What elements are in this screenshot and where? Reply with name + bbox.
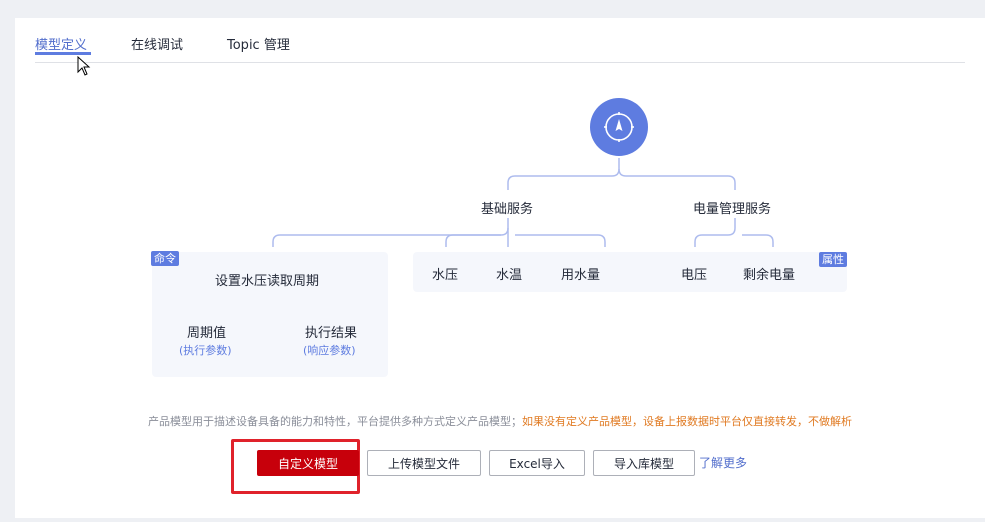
upload-model-file-button[interactable]: 上传模型文件 (367, 450, 481, 476)
excel-import-button[interactable]: Excel导入 (489, 450, 585, 476)
command-response-label: 执行结果 (305, 326, 358, 341)
property-item: 电压 (681, 268, 708, 283)
import-library-model-button[interactable]: 导入库模型 (593, 450, 695, 476)
service-basic: 基础服务 (481, 202, 534, 217)
property-item: 剩余电量 (743, 268, 796, 283)
command-name: 设置水压读取周期 (215, 274, 320, 289)
description-text: 产品模型用于描述设备具备的能力和特性，平台提供多种方式定义产品模型； (148, 415, 522, 428)
service-power-management: 电量管理服务 (693, 202, 772, 217)
custom-model-button[interactable]: 自定义模型 (257, 450, 359, 476)
property-item: 用水量 (561, 268, 601, 283)
property-item: 水温 (496, 268, 523, 283)
model-description: 产品模型用于描述设备具备的能力和特性，平台提供多种方式定义产品模型；如果没有定义… (15, 413, 985, 429)
command-response-type: (响应参数) (303, 344, 356, 357)
description-warning: 如果没有定义产品模型，设备上报数据时平台仅直接转发，不做解析 (522, 415, 852, 428)
command-param-label: 周期值 (187, 326, 227, 341)
property-item: 水压 (432, 268, 459, 283)
learn-more-link[interactable]: 了解更多 (699, 454, 747, 471)
command-param-type: (执行参数) (179, 344, 232, 357)
product-model-root-node (590, 98, 648, 156)
command-badge: 命令 (151, 251, 179, 266)
compass-icon (604, 112, 634, 142)
property-badge: 属性 (819, 252, 847, 267)
model-definition-card: 模型定义 在线调试 Topic 管理 基础服务 电量管理服务 命令 设置水压读取… (15, 18, 985, 518)
